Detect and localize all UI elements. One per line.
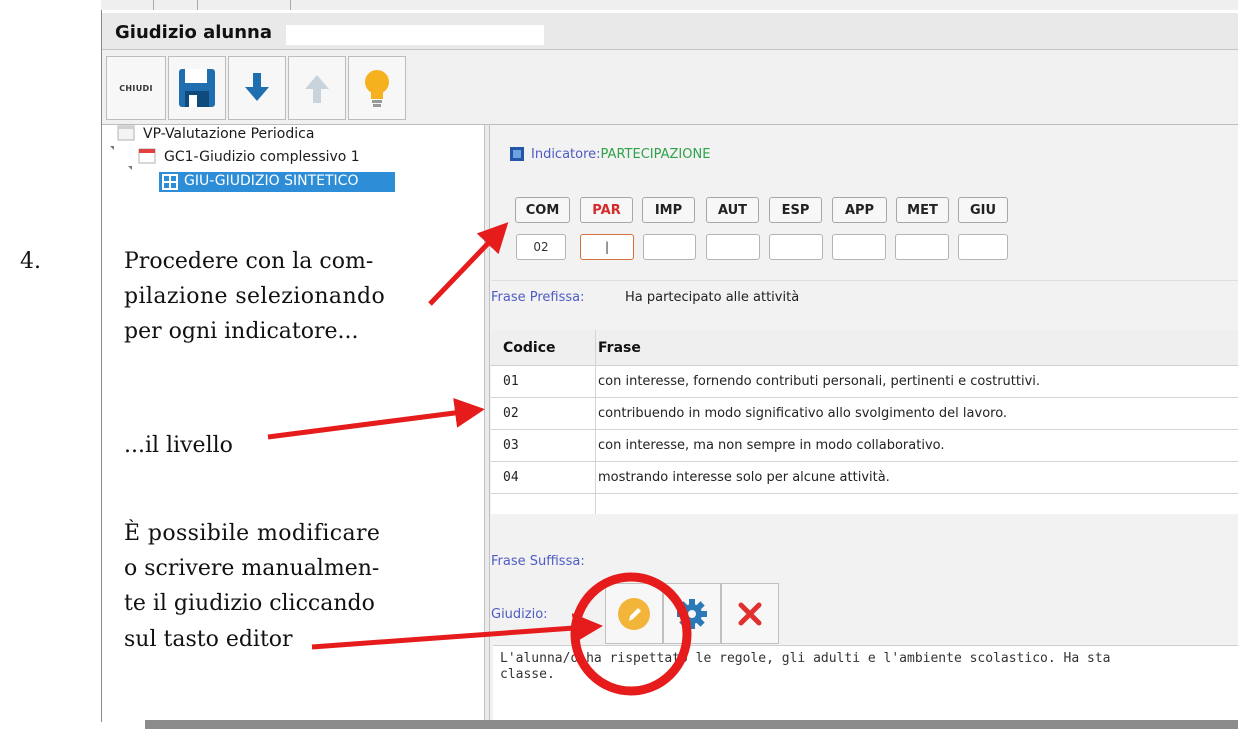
arrow-to-code-inputs: [428, 222, 509, 306]
annotation-overlay: [267, 222, 692, 696]
arrow-to-table: [267, 398, 485, 440]
editor-highlight-circle: [570, 572, 692, 696]
arrow-to-editor: [311, 613, 603, 650]
